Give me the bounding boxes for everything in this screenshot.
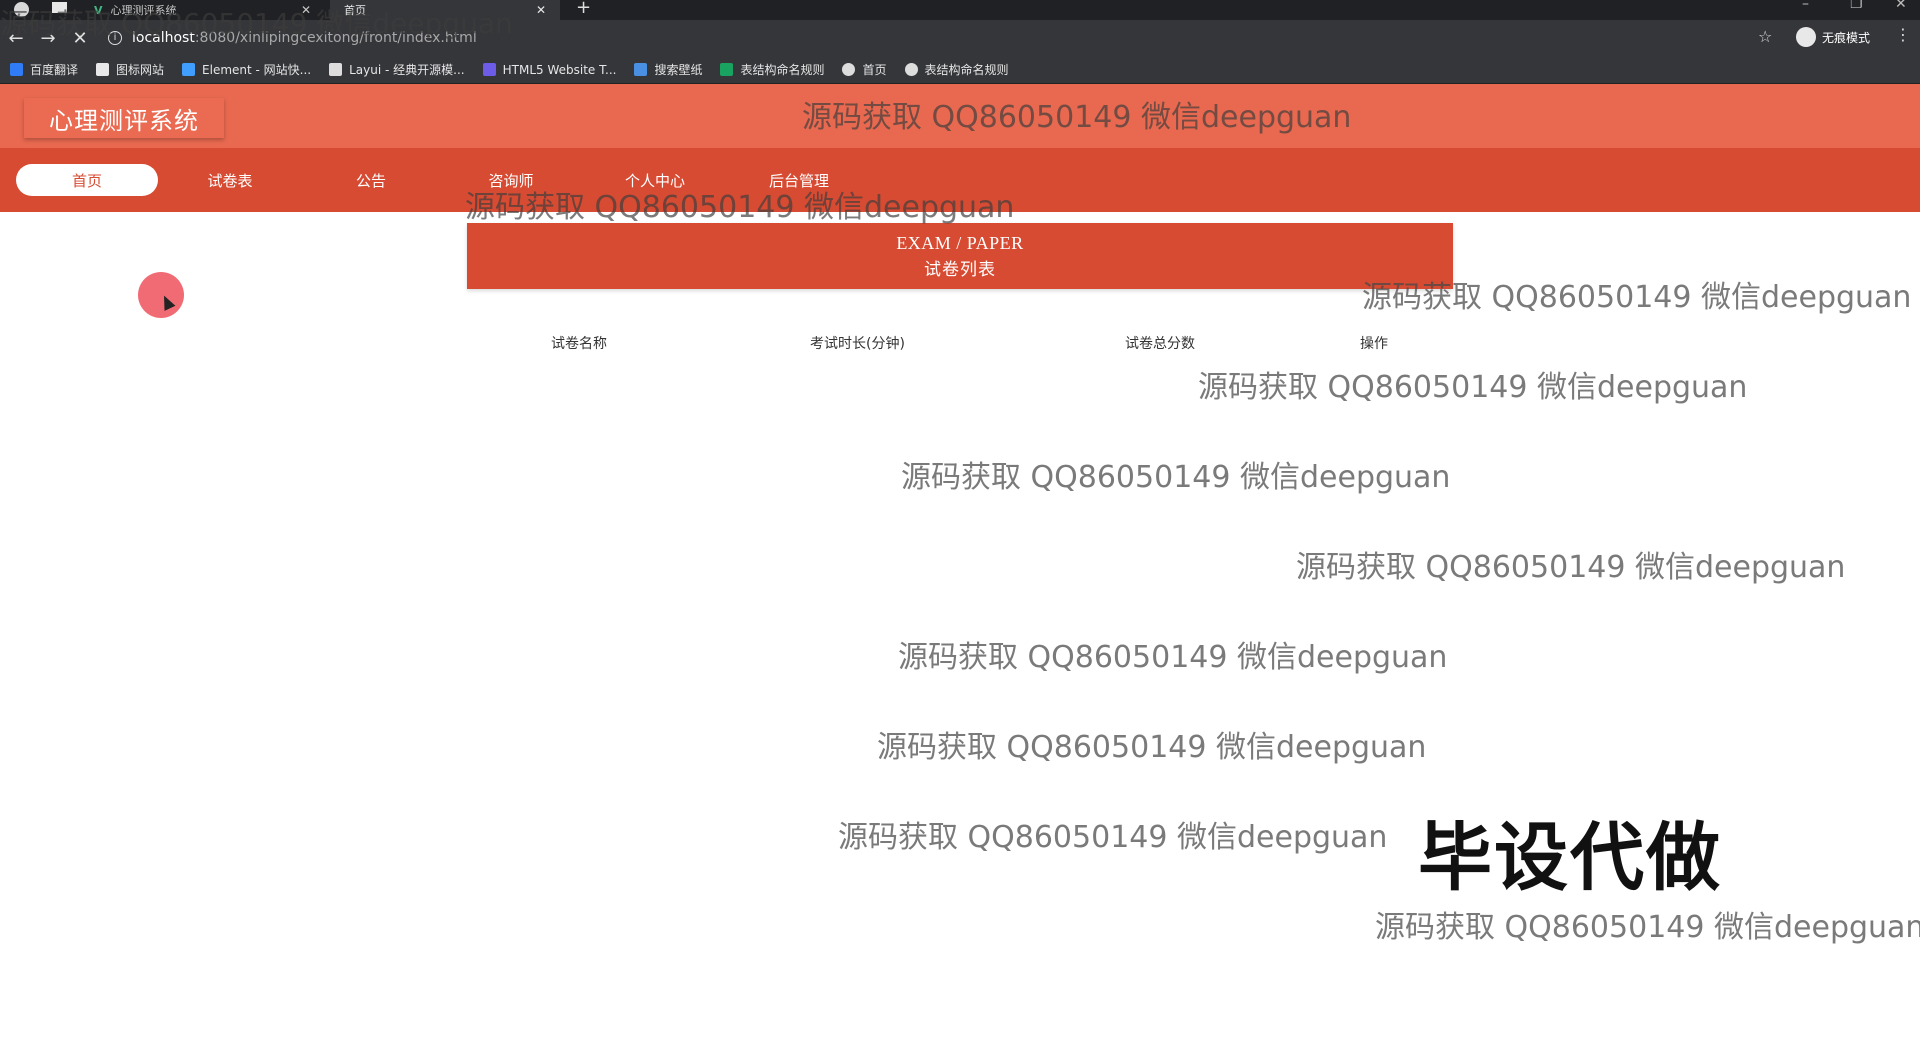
bookmark-item[interactable]: 表结构命名规则 — [720, 61, 824, 78]
profile-label: 无痕模式 — [1822, 30, 1871, 45]
bookmark-item[interactable]: 表结构命名规则 — [904, 61, 1009, 78]
browser-menu-icon[interactable]: ⋮ — [1895, 25, 1911, 44]
bookmark-item[interactable]: Element - 网站快... — [182, 61, 311, 78]
window-close-icon[interactable]: ✕ — [1895, 0, 1907, 12]
watermark-text: 源码获取 QQ86050149 微信deepguan — [877, 730, 1427, 765]
watermark-text: 源码获取 QQ86050149 微信deepguan — [1198, 370, 1748, 405]
watermark-text: 源码获取 QQ86050149 微信deepguan — [465, 190, 1015, 225]
watermark-text: 源码获取 QQ86050149 微信deepguan — [901, 460, 1451, 495]
restore-icon[interactable]: ❐ — [1850, 0, 1863, 12]
nav-home[interactable]: 首页 — [16, 164, 158, 196]
element-icon — [182, 63, 196, 76]
bookmark-item[interactable]: 搜索壁纸 — [634, 61, 702, 78]
watermark-text: 源码获取 QQ86050149 微信deepguan — [802, 100, 1352, 135]
watermark-text: 源码获取 QQ86050149 微信deepguan — [1362, 280, 1912, 315]
bookmark-item[interactable]: 图标网站 — [96, 61, 164, 78]
new-tab-button[interactable]: + — [576, 0, 591, 18]
bookmarks-bar: 百度翻译 图标网站 Element - 网站快... Layui - 经典开源模… — [0, 56, 1920, 84]
paper-table-header: 试卷名称 考试时长(分钟) 试卷总分数 操作 — [467, 330, 1453, 354]
bookmark-item[interactable]: 首页 — [842, 61, 887, 78]
nav-papers[interactable]: 试卷表 — [159, 164, 301, 196]
watermark-text: 源码获取 QQ86050149 微信deepguan — [0, 7, 513, 40]
incognito-profile[interactable]: 无痕模式 — [1796, 26, 1870, 48]
nav-notices[interactable]: 公告 — [300, 164, 442, 196]
bookmark-star-icon[interactable]: ☆ — [1758, 27, 1772, 46]
watermark-stamp: 毕设代做 — [1418, 815, 1722, 901]
column-total-score: 试卷总分数 — [1125, 336, 1195, 352]
minimize-icon[interactable]: – — [1802, 0, 1809, 12]
globe-icon — [904, 63, 918, 76]
watermark-text: 源码获取 QQ86050149 微信deepguan — [838, 820, 1388, 855]
html5-icon — [482, 63, 496, 76]
bookmark-item[interactable]: Layui - 经典开源模... — [329, 61, 465, 78]
flag-icon — [96, 63, 110, 76]
section-banner: EXAM / PAPER 试卷列表 — [467, 223, 1453, 289]
layui-icon — [329, 63, 343, 76]
column-actions: 操作 — [1360, 336, 1388, 352]
watermark-text: 源码获取 QQ86050149 微信deepguan — [1375, 910, 1920, 945]
incognito-icon — [1796, 27, 1816, 47]
globe-icon — [842, 63, 856, 76]
banner-title-cn: 试卷列表 — [924, 260, 996, 280]
bookmark-item[interactable]: HTML5 Website T... — [482, 63, 616, 77]
site-title[interactable]: 心理测评系统 — [24, 98, 224, 138]
close-tab-icon[interactable]: ✕ — [536, 3, 546, 17]
bookmark-item[interactable]: 百度翻译 — [10, 61, 78, 78]
wallpaper-icon — [634, 63, 648, 76]
watermark-text: 源码获取 QQ86050149 微信deepguan — [898, 640, 1448, 675]
banner-title-en: EXAM / PAPER — [896, 233, 1024, 253]
column-paper-name: 试卷名称 — [551, 336, 607, 352]
watermark-text: 源码获取 QQ86050149 微信deepguan — [1296, 550, 1846, 585]
click-highlight — [138, 272, 184, 318]
translate-icon — [10, 63, 23, 76]
sheet-icon — [720, 63, 734, 76]
column-duration: 考试时长(分钟) — [810, 336, 905, 352]
